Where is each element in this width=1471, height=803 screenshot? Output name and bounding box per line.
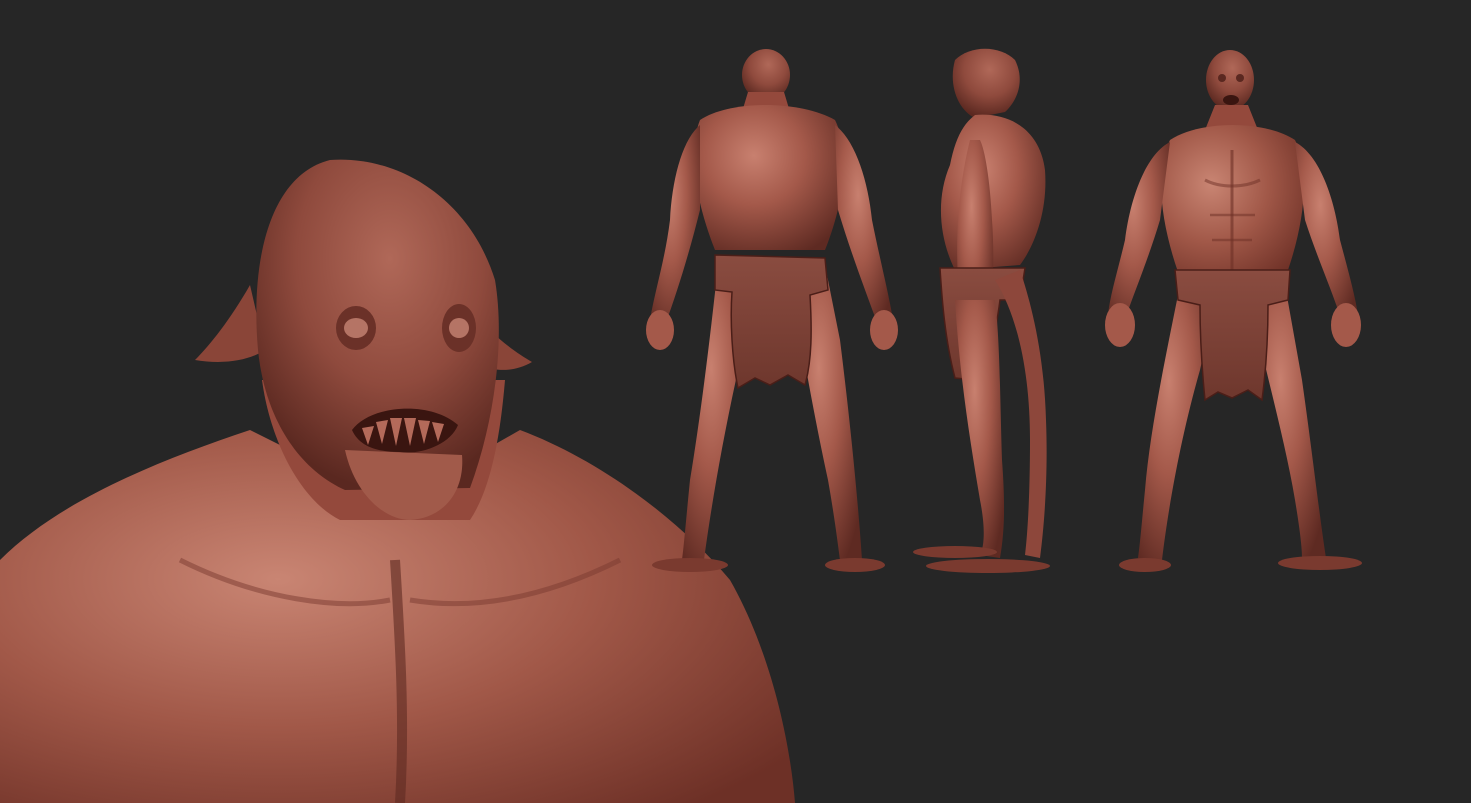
closeup-left-ear — [195, 285, 265, 362]
side-front-leg — [955, 300, 1005, 558]
front-view — [1105, 50, 1362, 572]
side-head — [952, 48, 1020, 118]
front-left-arm — [1108, 142, 1170, 322]
side-view — [913, 48, 1050, 573]
back-left-arm — [650, 125, 700, 325]
sculpt-viewport[interactable] — [0, 0, 1471, 803]
sculpt-render — [0, 48, 1362, 803]
back-view — [646, 49, 898, 572]
front-right-arm — [1295, 142, 1358, 322]
back-right-arm — [835, 125, 893, 325]
back-torso — [694, 105, 844, 250]
